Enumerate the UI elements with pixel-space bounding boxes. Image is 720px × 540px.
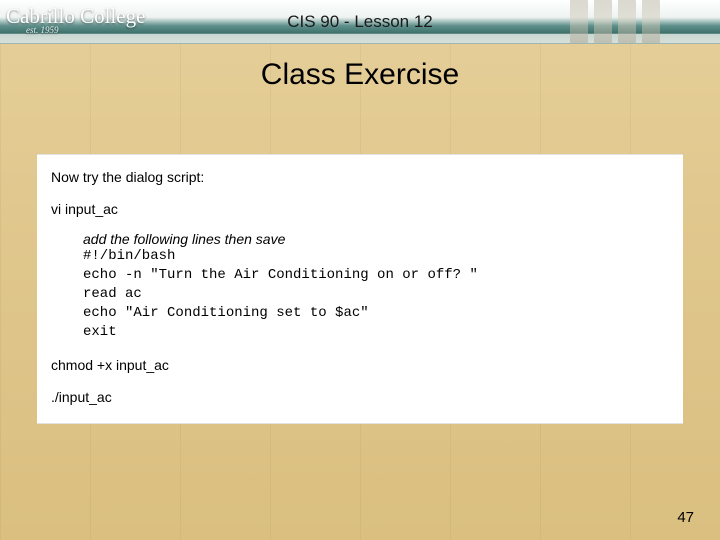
vi-command: vi input_ac [51,201,669,217]
run-command: ./input_ac [51,389,669,405]
logo-est: est. 1959 [26,26,59,35]
chmod-command: chmod +x input_ac [51,357,669,373]
content-box: Now try the dialog script: vi input_ac a… [37,154,683,424]
slide-title: Class Exercise [0,58,720,92]
page-number: 47 [677,509,694,526]
slide-header: Cabrillo College est. 1959 CIS 90 - Less… [0,0,720,44]
instruction-text: add the following lines then save [83,231,669,247]
lesson-label: CIS 90 - Lesson 12 [287,12,433,32]
pillars-graphic [570,0,660,43]
script-code: #!/bin/bash echo -n "Turn the Air Condit… [83,247,669,341]
college-logo: Cabrillo College est. 1959 [6,2,156,42]
intro-text: Now try the dialog script: [51,169,669,185]
